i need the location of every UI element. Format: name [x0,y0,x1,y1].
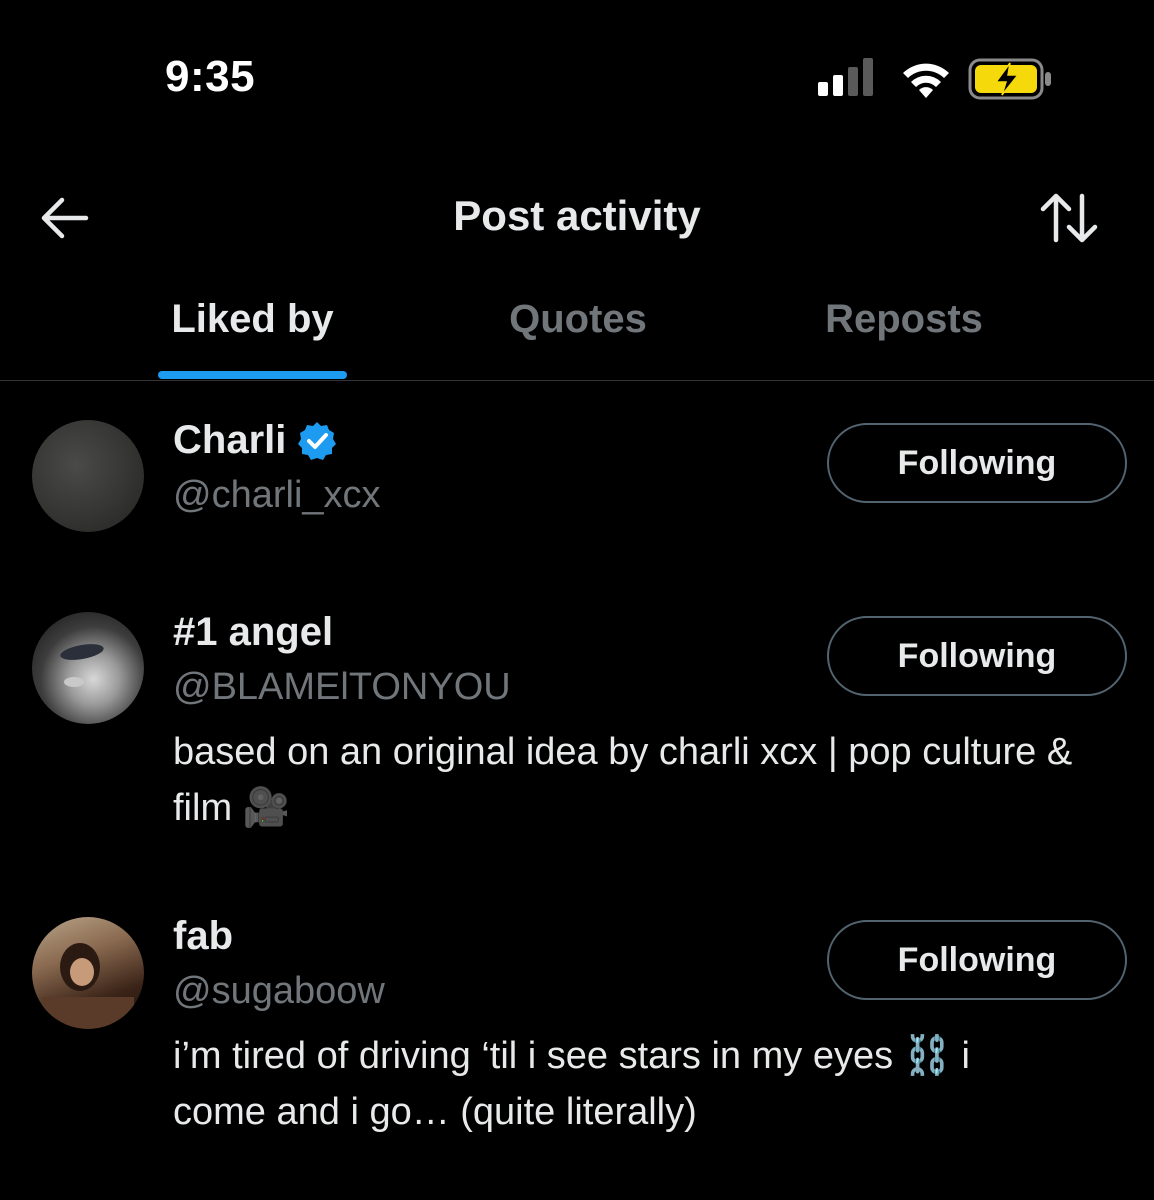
user-bio: based on an original idea by charli xcx … [173,731,1073,829]
tab-liked-by[interactable]: Liked by [158,297,347,342]
user-handle: @BLAMElTONYOU [173,666,511,708]
avatar[interactable] [32,420,144,532]
post-activity-screen: 9:35 Post activity Liked by Quotes Repos… [0,0,1154,1200]
active-tab-indicator [158,371,347,379]
user-name[interactable]: fab [173,914,233,959]
user-name-text: fab [173,914,233,958]
signal-icon [818,58,873,96]
page-title: Post activity [453,192,701,239]
following-button[interactable]: Following [827,920,1127,1000]
tab-reposts[interactable]: Reposts [804,297,1004,342]
user-name[interactable]: Charli [173,418,338,463]
tabs-divider [0,380,1154,381]
avatar[interactable] [32,917,144,1029]
avatar-image [42,943,134,1029]
verified-badge-icon [298,421,337,460]
status-time: 9:35 [165,52,256,101]
following-button[interactable]: Following [827,423,1127,503]
user-name[interactable]: #1 angel [173,610,333,655]
following-button[interactable]: Following [827,616,1127,696]
tab-quotes[interactable]: Quotes [478,297,678,342]
user-handle: @charli_xcx [173,474,381,516]
wifi-icon [903,63,949,98]
user-bio: i’m tired of driving ‘til i see stars in… [173,1035,970,1133]
user-name-text: #1 angel [173,610,334,654]
sort-icon[interactable] [1038,192,1100,244]
battery-charging-icon [968,58,1051,100]
user-name-text: Charli [173,418,287,462]
user-handle: @sugaboow [173,970,385,1012]
avatar-image [60,644,104,687]
avatar[interactable] [32,612,144,724]
